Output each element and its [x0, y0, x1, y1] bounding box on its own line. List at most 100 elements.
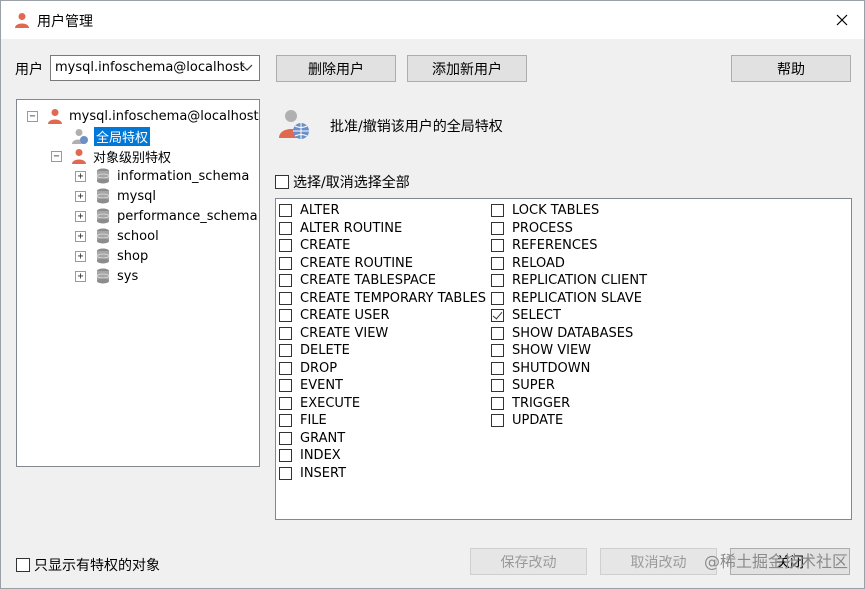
checkbox-box[interactable]	[491, 256, 504, 270]
checkbox-box[interactable]	[16, 558, 30, 572]
expand-icon[interactable]: +	[75, 190, 86, 202]
checkbox-box[interactable]	[279, 431, 292, 445]
privilege-tree[interactable]: − mysql.infoschema@localhost 全局特权 − 对象级别…	[16, 99, 260, 467]
collapse-icon[interactable]: −	[27, 110, 38, 122]
expand-icon[interactable]: +	[75, 210, 86, 222]
checkbox-box[interactable]	[491, 291, 504, 305]
checkbox-box[interactable]	[279, 309, 292, 322]
checkbox-box[interactable]	[491, 396, 504, 410]
cancel-changes-button[interactable]: 取消改动	[600, 548, 717, 575]
database-icon	[96, 168, 110, 184]
privilege-checkbox[interactable]: CREATE TABLESPACE	[279, 272, 436, 289]
save-changes-button[interactable]: 保存改动	[470, 548, 587, 575]
privilege-checkbox[interactable]: EXECUTE	[279, 395, 360, 412]
checkbox-box[interactable]	[491, 344, 504, 357]
privilege-checkbox[interactable]: SELECT	[491, 307, 561, 324]
privilege-checkbox[interactable]: TRIGGER	[491, 395, 570, 412]
privilege-checkbox[interactable]: CREATE ROUTINE	[279, 255, 413, 272]
show-only-privileged-checkbox[interactable]: 只显示有特权的对象	[16, 555, 160, 575]
privilege-checkbox[interactable]: INDEX	[279, 447, 341, 464]
database-icon	[96, 268, 110, 284]
privilege-checkbox[interactable]: SHOW VIEW	[491, 342, 591, 359]
tree-node-database[interactable]: + sys	[75, 266, 138, 286]
privilege-checkbox[interactable]: DROP	[279, 360, 337, 377]
privilege-label: CREATE ROUTINE	[300, 255, 413, 271]
tree-node-global-label: 全局特权	[94, 126, 151, 146]
checkbox-box[interactable]	[279, 239, 292, 252]
chevron-down-icon	[241, 64, 253, 71]
privilege-checkbox[interactable]: CREATE TEMPORARY TABLES	[279, 290, 486, 307]
select-all-checkbox[interactable]: 选择/取消选择全部	[275, 172, 410, 192]
checkbox-box[interactable]	[491, 274, 504, 287]
delete-user-button[interactable]: 删除用户	[276, 55, 396, 82]
privilege-checkbox[interactable]: CREATE	[279, 237, 350, 254]
expand-icon[interactable]: +	[75, 230, 86, 242]
expand-icon[interactable]: +	[75, 250, 86, 262]
tree-node-database[interactable]: + school	[75, 226, 159, 246]
help-button[interactable]: 帮助	[731, 55, 851, 82]
user-icon	[48, 109, 62, 124]
privilege-label: CREATE TABLESPACE	[300, 273, 436, 288]
title-bar: 用户管理	[1, 1, 864, 39]
checkbox-box[interactable]	[279, 344, 292, 357]
checkbox-box[interactable]	[279, 396, 292, 410]
privilege-checkbox[interactable]: ALTER ROUTINE	[279, 220, 402, 237]
close-window-button[interactable]	[820, 1, 864, 39]
privilege-checkbox[interactable]: CREATE VIEW	[279, 325, 388, 342]
expand-icon[interactable]: +	[75, 270, 86, 282]
tree-node-object-privileges[interactable]: − 对象级别特权	[51, 146, 171, 166]
checkbox-box[interactable]	[491, 414, 504, 427]
privilege-checkbox[interactable]: UPDATE	[491, 412, 563, 429]
tree-node-global-privileges[interactable]: 全局特权	[71, 126, 151, 146]
tree-node-database[interactable]: + information_schema	[75, 166, 249, 186]
tree-node-user[interactable]: − mysql.infoschema@localhost	[27, 106, 259, 126]
checkbox-box[interactable]	[279, 414, 292, 427]
tree-node-object-label: 对象级别特权	[93, 150, 172, 166]
privilege-checkbox[interactable]: LOCK TABLES	[491, 202, 599, 219]
privilege-checkbox[interactable]: RELOAD	[491, 255, 565, 272]
tree-node-database-label: sys	[117, 268, 139, 284]
checkbox-box[interactable]	[279, 326, 292, 340]
checkbox-box[interactable]	[491, 239, 504, 252]
privilege-checkbox[interactable]: FILE	[279, 412, 327, 429]
checkbox-box[interactable]	[491, 221, 504, 235]
database-icon	[96, 188, 110, 204]
checkbox-box[interactable]	[279, 256, 292, 270]
checkbox-box[interactable]	[491, 379, 504, 392]
privilege-checkbox[interactable]: EVENT	[279, 377, 343, 394]
privilege-checkbox[interactable]: REFERENCES	[491, 237, 597, 254]
user-select[interactable]: mysql.infoschema@localhost	[50, 55, 260, 81]
checkbox-box[interactable]	[491, 204, 504, 217]
privilege-checkbox[interactable]: ALTER	[279, 202, 340, 219]
privilege-checkbox[interactable]: SHOW DATABASES	[491, 325, 633, 342]
privilege-checkbox[interactable]: CREATE USER	[279, 307, 390, 324]
checkbox-box[interactable]	[279, 466, 292, 480]
privilege-checkbox[interactable]: GRANT	[279, 430, 345, 447]
privilege-checkbox[interactable]: SUPER	[491, 377, 555, 394]
expand-icon[interactable]: +	[75, 170, 86, 182]
privilege-checkbox[interactable]: REPLICATION CLIENT	[491, 272, 647, 289]
checkbox-box[interactable]	[279, 379, 292, 392]
privilege-checkbox[interactable]: SHUTDOWN	[491, 360, 590, 377]
tree-node-database[interactable]: + mysql	[75, 186, 156, 206]
tree-node-database-label: shop	[117, 248, 149, 264]
privilege-checkbox[interactable]: INSERT	[279, 465, 346, 482]
checkbox-box[interactable]	[491, 361, 504, 375]
checkbox-box[interactable]	[491, 309, 504, 322]
checkbox-box[interactable]	[279, 274, 292, 287]
checkbox-box[interactable]	[275, 175, 289, 189]
privileges-list[interactable]: ALTER ALTER ROUTINE CREATE CREATE ROUTINE CR…	[275, 198, 852, 520]
checkbox-box[interactable]	[279, 221, 292, 235]
tree-node-database[interactable]: + shop	[75, 246, 148, 266]
checkbox-box[interactable]	[279, 449, 292, 462]
checkbox-box[interactable]	[279, 361, 292, 375]
privilege-checkbox[interactable]: DELETE	[279, 342, 350, 359]
add-user-button[interactable]: 添加新用户	[407, 55, 527, 82]
privilege-checkbox[interactable]: PROCESS	[491, 220, 573, 237]
tree-node-database[interactable]: + performance_schema	[75, 206, 258, 226]
collapse-icon[interactable]: −	[51, 150, 62, 162]
checkbox-box[interactable]	[279, 204, 292, 217]
checkbox-box[interactable]	[491, 326, 504, 340]
privilege-checkbox[interactable]: REPLICATION SLAVE	[491, 290, 642, 307]
checkbox-box[interactable]	[279, 291, 292, 305]
